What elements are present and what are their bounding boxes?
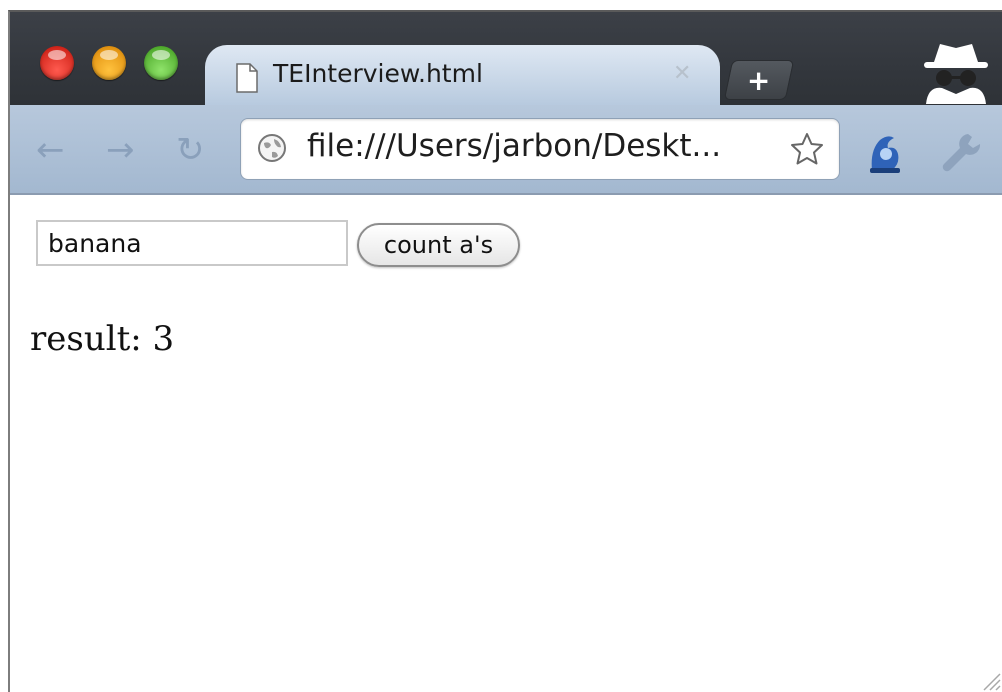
tab-strip: TEInterview.html ✕ +	[10, 12, 1002, 107]
star-icon[interactable]	[789, 131, 825, 167]
wrench-icon[interactable]	[938, 130, 982, 174]
globe-icon	[258, 134, 286, 162]
forward-button[interactable]: →	[106, 133, 135, 167]
back-button[interactable]: ←	[36, 133, 65, 167]
result-text: result: 3	[30, 319, 175, 359]
url-text: file:///Users/jarbon/Deskt...	[307, 128, 722, 164]
page-content: count a's result: 3	[10, 195, 1002, 692]
plus-icon: +	[746, 64, 771, 97]
new-tab-button[interactable]: +	[723, 60, 795, 100]
tab-teinterview[interactable]: TEInterview.html ✕	[205, 45, 720, 107]
window-close-button[interactable]	[40, 46, 74, 80]
window-zoom-button[interactable]	[144, 46, 178, 80]
address-bar[interactable]: file:///Users/jarbon/Deskt...	[240, 118, 840, 180]
resize-grip-icon[interactable]	[978, 668, 1002, 692]
browser-toolbar: ← → ↻ file:///Users/jarbon/Deskt...	[10, 105, 1002, 195]
incognito-icon	[924, 44, 988, 104]
reload-button[interactable]: ↻	[176, 133, 205, 167]
count-button[interactable]: count a's	[357, 223, 520, 267]
extension-icon[interactable]	[862, 130, 908, 176]
document-icon	[236, 63, 258, 93]
tab-title: TEInterview.html	[273, 59, 483, 88]
browser-window: TEInterview.html ✕ + ← → ↻ file:///Users…	[8, 10, 1002, 692]
window-minimize-button[interactable]	[92, 46, 126, 80]
tab-close-icon[interactable]: ✕	[673, 61, 691, 86]
word-input[interactable]	[36, 220, 348, 266]
